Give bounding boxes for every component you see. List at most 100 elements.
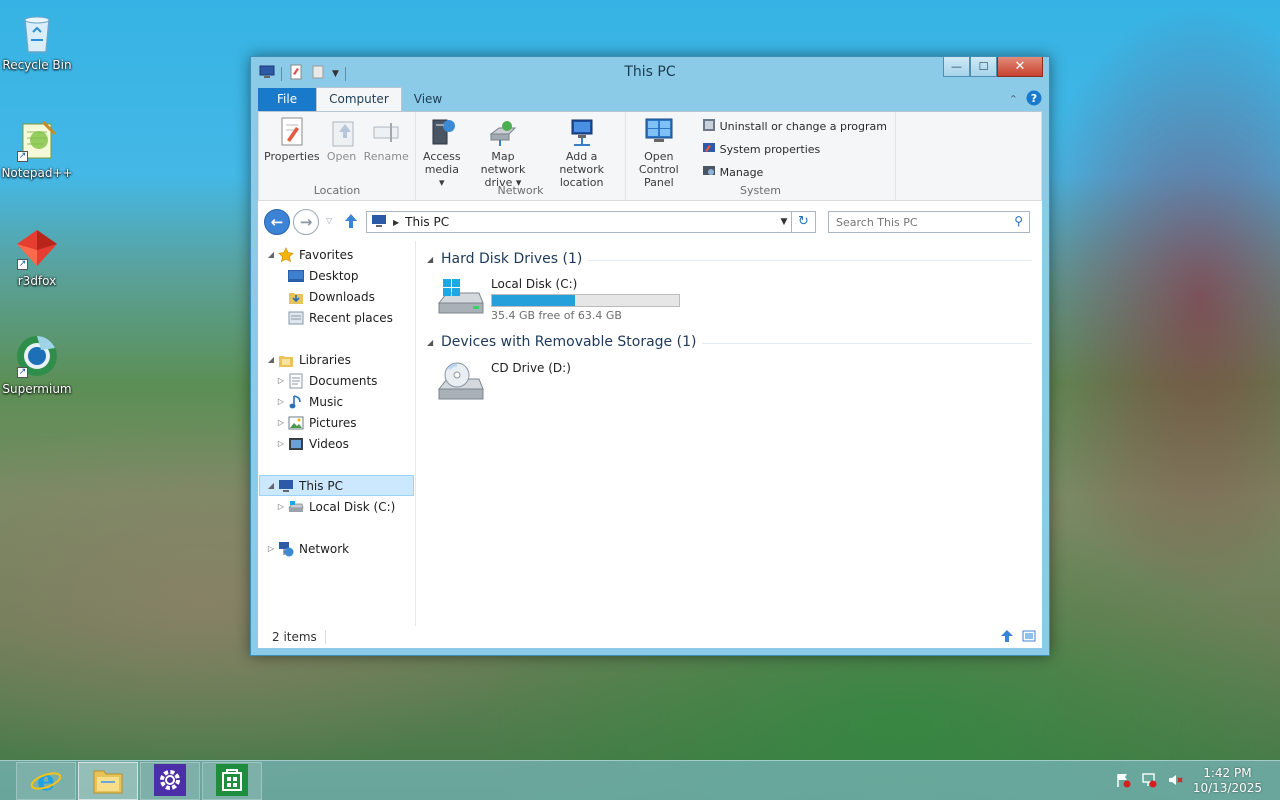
drive-item-c[interactable]: Local Disk (C:) 35.4 GB free of 63.4 GB — [437, 275, 680, 323]
nav-item-this-pc[interactable]: ◢ This PC — [259, 475, 414, 496]
collapse-arrow-icon[interactable]: ◢ — [266, 481, 276, 490]
nav-item-videos[interactable]: ▷ Videos — [276, 433, 349, 454]
manage-button[interactable]: Manage — [702, 164, 887, 181]
open-control-panel-button[interactable]: Open Control Panel — [628, 116, 690, 189]
group-header-removable-storage[interactable]: ◢ Devices with Removable Storage (1) — [427, 332, 1032, 352]
taskbar-file-explorer[interactable] — [78, 762, 138, 800]
details-view-icon[interactable] — [1000, 629, 1014, 646]
expand-arrow-icon[interactable]: ▷ — [266, 544, 276, 553]
collapse-arrow-icon[interactable]: ◢ — [266, 250, 276, 259]
large-icons-view-icon[interactable] — [1022, 629, 1036, 646]
drive-item-d[interactable]: CD Drive (D:) — [437, 359, 571, 407]
manage-label: Manage — [719, 166, 764, 179]
network-status-icon[interactable] — [1141, 772, 1157, 791]
taskbar-settings[interactable] — [140, 762, 200, 800]
desktop-icon-recycle-bin[interactable]: Recycle Bin — [0, 8, 74, 72]
taskbar-internet-explorer[interactable]: e — [16, 762, 76, 800]
tab-computer[interactable]: Computer — [316, 87, 402, 111]
desktop-icon-supermium[interactable]: ↗ Supermium — [0, 332, 74, 396]
ribbon-group-system: Open Control Panel Uninstall or change a… — [626, 112, 896, 200]
address-bar[interactable]: ▶ This PC ▼ ↻ — [366, 211, 816, 233]
status-bar: 2 items — [258, 626, 1042, 648]
maximize-button[interactable]: ☐ — [970, 57, 997, 77]
nav-item-network[interactable]: ▷ Network — [266, 538, 349, 559]
add-network-location-label-1: Add a network — [559, 150, 604, 176]
search-input[interactable] — [836, 215, 1006, 229]
expand-arrow-icon[interactable]: ▷ — [276, 502, 286, 511]
nav-item-documents[interactable]: ▷ Documents — [276, 370, 377, 391]
address-path[interactable]: This PC — [405, 215, 449, 229]
up-arrow-icon[interactable] — [344, 213, 358, 232]
nav-item-desktop[interactable]: Desktop — [286, 265, 359, 286]
ribbon-group-location: Properties Open Rename Location — [259, 112, 416, 200]
minimize-button[interactable]: — — [943, 57, 970, 77]
collapse-arrow-icon[interactable]: ◢ — [427, 255, 441, 264]
nav-item-favorites[interactable]: ◢ Favorites — [266, 244, 353, 265]
collapse-arrow-icon[interactable]: ◢ — [266, 355, 276, 364]
volume-muted-icon[interactable] — [1167, 772, 1183, 791]
back-button[interactable]: ← — [264, 209, 290, 235]
nav-item-pictures[interactable]: ▷ Pictures — [276, 412, 357, 433]
rename-label: Rename — [363, 150, 409, 163]
search-box[interactable]: ⚲ — [828, 211, 1030, 233]
map-network-drive-icon — [487, 116, 519, 148]
system-properties-button[interactable]: System properties — [702, 141, 887, 158]
clock-date: 10/13/2025 — [1192, 781, 1262, 795]
add-network-location-button[interactable]: Add a network location — [540, 116, 623, 189]
nav-label: Music — [309, 394, 344, 409]
address-dropdown-icon[interactable]: ▼ — [777, 212, 791, 232]
close-button[interactable]: ✕ — [997, 57, 1043, 77]
status-separator — [324, 630, 326, 644]
clock[interactable]: 1:42 PM 10/13/2025 — [1193, 766, 1262, 796]
title-bar[interactable]: ▼ This PC — ☐ ✕ — [251, 57, 1049, 87]
taskbar-store[interactable] — [202, 762, 262, 800]
drive-name: CD Drive (D:) — [491, 361, 571, 375]
desktop-icon-r3dfox[interactable]: ↗ r3dfox — [0, 224, 74, 288]
nav-item-downloads[interactable]: Downloads — [286, 286, 375, 307]
forward-button[interactable]: → — [293, 209, 319, 235]
supermium-icon: ↗ — [13, 332, 61, 380]
access-media-icon — [426, 116, 458, 148]
expand-arrow-icon[interactable]: ▷ — [276, 376, 286, 385]
expand-arrow-icon[interactable]: ▷ — [276, 439, 286, 448]
open-icon — [326, 116, 358, 148]
recent-locations-dropdown-icon[interactable]: ▽ — [326, 216, 332, 225]
expand-arrow-icon[interactable]: ▷ — [276, 418, 286, 427]
nav-label: Local Disk (C:) — [309, 499, 396, 514]
properties-button[interactable]: Properties — [261, 116, 323, 163]
nav-item-libraries[interactable]: ◢ Libraries — [266, 349, 351, 370]
shortcut-arrow-icon: ↗ — [17, 367, 28, 378]
collapse-arrow-icon[interactable]: ◢ — [427, 338, 441, 347]
search-icon[interactable]: ⚲ — [1014, 214, 1023, 228]
uninstall-program-button[interactable]: Uninstall or change a program — [702, 118, 887, 135]
drive-info: CD Drive (D:) — [491, 359, 571, 407]
desktop-icon-notepadpp[interactable]: ↗ Notepad++ — [0, 116, 74, 180]
action-center-flag-icon[interactable] — [1115, 772, 1131, 791]
shortcut-arrow-icon: ↗ — [17, 259, 28, 270]
nav-label: Pictures — [309, 415, 357, 430]
expand-arrow-icon[interactable]: ▷ — [276, 397, 286, 406]
refresh-icon[interactable]: ↻ — [791, 212, 815, 232]
collapse-ribbon-icon[interactable]: ⌃ — [1009, 93, 1018, 106]
recent-places-icon — [288, 310, 304, 326]
nav-item-local-disk[interactable]: ▷ Local Disk (C:) — [276, 496, 395, 517]
breadcrumb-separator-icon[interactable]: ▶ — [393, 218, 399, 227]
desktop-icon-label: Supermium — [2, 382, 72, 396]
group-header-hard-disk-drives[interactable]: ◢ Hard Disk Drives (1) — [427, 249, 1032, 269]
taskbar: e 1:42 PM 10/13/2025 — [0, 760, 1280, 800]
tab-file[interactable]: File — [258, 88, 317, 111]
help-icon[interactable]: ? — [1026, 90, 1042, 109]
drive-space-bar — [491, 294, 680, 307]
open-button[interactable]: Open — [323, 116, 361, 163]
map-network-drive-button[interactable]: Map network drive ▾ — [466, 116, 541, 189]
tab-view[interactable]: View — [402, 88, 454, 111]
access-media-button[interactable]: Access media ▾ — [418, 116, 466, 189]
window-controls: — ☐ ✕ — [943, 57, 1043, 77]
desktop-icon-label: Notepad++ — [1, 166, 73, 180]
nav-item-recent-places[interactable]: Recent places — [286, 307, 393, 328]
rename-button[interactable]: Rename — [361, 116, 412, 163]
nav-item-music[interactable]: ▷ Music — [276, 391, 343, 412]
internet-explorer-icon: e — [30, 764, 62, 799]
navigation-bar: ← → ▽ ▶ This PC ▼ ↻ ⚲ — [258, 201, 1042, 241]
control-panel-label-1: Open Control — [638, 150, 679, 176]
